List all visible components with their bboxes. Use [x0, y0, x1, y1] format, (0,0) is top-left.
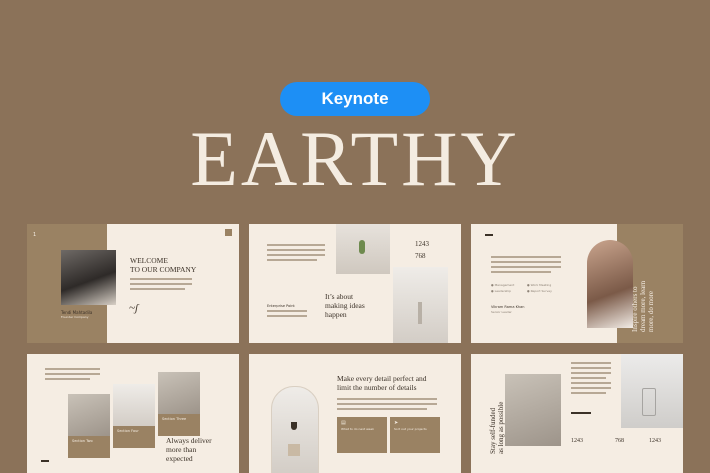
text-placeholder [267, 254, 325, 256]
divider [485, 234, 493, 236]
vertical-quote: Stay self-funded as long as possible [489, 401, 505, 454]
text-placeholder [267, 259, 317, 261]
hand-photo [68, 394, 110, 436]
card-section: Section Four [113, 426, 155, 448]
text-placeholder [267, 249, 325, 251]
text-placeholder [571, 377, 606, 379]
square-icon [225, 229, 232, 236]
text-placeholder [130, 278, 192, 280]
slide-thumbnail-inspire[interactable]: ● Management ● Leadership ● Work Meeting… [471, 224, 683, 343]
page-number: 1 [33, 232, 37, 238]
slide-heading: Make every detail perfect and limit the … [337, 374, 427, 392]
vase-icon [418, 302, 422, 324]
slide-heading: It’s about making ideas happen [325, 292, 365, 319]
text-placeholder [45, 368, 100, 370]
checklist: ● Management ● Leadership [491, 283, 515, 293]
divider [41, 460, 49, 462]
slide-thumbnail-ideas[interactable]: 1243 768 Enterprise Point It’s about mak… [249, 224, 461, 343]
hand-photo [505, 374, 561, 446]
info-card: ➤ Sort out your projects [390, 417, 440, 453]
person-role: Senior Leader [491, 310, 512, 314]
stat-value: 768 [615, 438, 624, 444]
glass-photo [113, 384, 155, 426]
glass-icon [291, 422, 297, 430]
text-placeholder [571, 372, 611, 374]
info-card: ▤ What to do next week [337, 417, 387, 453]
card-section: Section Three [158, 414, 200, 436]
text-placeholder [491, 271, 551, 273]
signature-icon: ~ʃ [129, 302, 139, 314]
portrait-photo [61, 250, 116, 305]
text-placeholder [571, 392, 606, 394]
text-placeholder [45, 378, 90, 380]
text-placeholder [45, 373, 100, 375]
slide-thumbnail-deliver[interactable]: Section Two Section Four Section Three A… [27, 354, 239, 473]
keynote-badge: Keynote [280, 82, 430, 116]
text-placeholder [491, 266, 561, 268]
vertical-quote: Inspire others to dream more, learn more… [631, 280, 655, 332]
text-placeholder [337, 403, 437, 405]
text-placeholder [491, 261, 561, 263]
text-placeholder [571, 382, 611, 384]
slide-thumbnail-detail[interactable]: Make every detail perfect and limit the … [249, 354, 461, 473]
checklist: ● Work Meeting ● Report Survey [527, 283, 552, 293]
text-placeholder [571, 387, 611, 389]
section-label: Enterprise Point [267, 304, 295, 308]
text-placeholder [491, 256, 561, 258]
text-placeholder [337, 408, 427, 410]
page-title: EARTHY [190, 115, 520, 202]
arch-portrait-photo [587, 240, 633, 328]
slide-heading: Always deliver more than expected [166, 436, 212, 463]
slide-heading: WELCOME TO OUR COMPANY [130, 256, 197, 274]
stat-value: 1243 [649, 438, 661, 444]
pour-photo [158, 372, 200, 414]
stat-value: 1243 [415, 240, 429, 248]
text-placeholder [130, 288, 185, 290]
text-placeholder [130, 283, 192, 285]
text-placeholder [571, 367, 611, 369]
slide-thumbnail-self-funded[interactable]: Stay self-funded as long as possible 124… [471, 354, 683, 473]
text-placeholder [267, 244, 325, 246]
divider [571, 412, 591, 414]
cup-icon [288, 444, 300, 456]
document-icon: ▤ [341, 420, 346, 426]
card-section: Section Two [68, 436, 110, 458]
plant-icon [359, 240, 365, 254]
person-name: Vikram Rama Khan [491, 305, 525, 309]
text-placeholder [267, 310, 307, 312]
stat-value: 1243 [571, 438, 583, 444]
text-placeholder [267, 315, 307, 317]
person-role: Founder Company [61, 315, 89, 319]
stat-value: 768 [415, 252, 426, 260]
text-placeholder [571, 362, 611, 364]
chair-icon [642, 388, 656, 416]
slide-thumbnail-welcome[interactable]: 1 Tendi Mahtadila Founder Company WELCOM… [27, 224, 239, 343]
send-icon: ➤ [394, 420, 399, 426]
text-placeholder [337, 398, 437, 400]
